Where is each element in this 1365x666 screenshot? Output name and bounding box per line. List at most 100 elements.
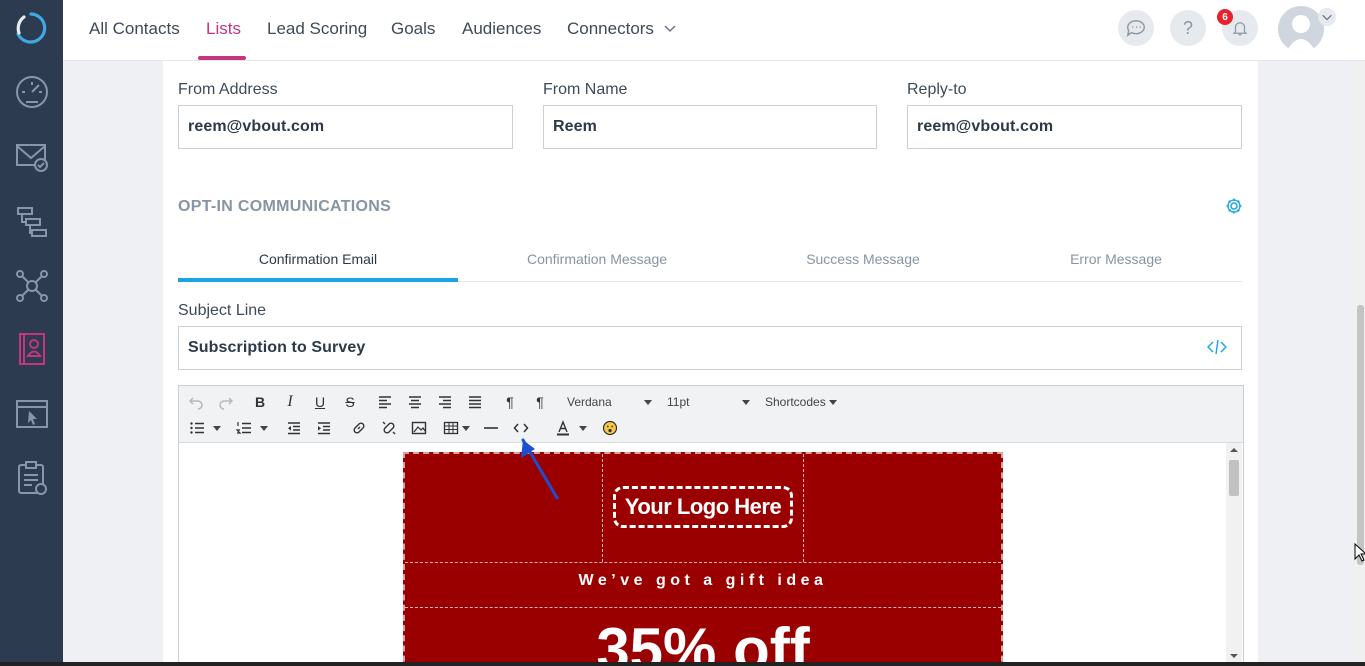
nav-tab-goals[interactable]: Goals (391, 19, 435, 39)
outdent-button[interactable] (284, 417, 304, 439)
clipboard-check-icon (18, 461, 47, 495)
subject-line-label: Subject Line (178, 302, 267, 319)
table-button[interactable] (441, 417, 471, 439)
align-justify-button[interactable] (465, 391, 485, 413)
nav-tab-lead-scoring[interactable]: Lead Scoring (267, 19, 367, 39)
emoji-icon (602, 420, 618, 436)
caret-down-icon (461, 425, 470, 431)
shortcodes-label: Shortcodes (765, 395, 826, 409)
help-button[interactable]: ? (1170, 10, 1206, 46)
chevron-down-icon[interactable] (663, 21, 677, 35)
from-name-field[interactable]: Reem (543, 105, 877, 149)
screen-cursor-icon (16, 400, 48, 428)
font-size-select[interactable]: 11pt (667, 391, 750, 413)
section-title: OPT-IN COMMUNICATIONS (178, 198, 392, 215)
caret-down-icon (579, 425, 587, 431)
align-right-icon (439, 396, 451, 409)
logo-placeholder[interactable]: Your Logo Here (613, 486, 793, 528)
align-center-icon (409, 396, 421, 409)
nav-tab-audiences[interactable]: Audiences (462, 19, 541, 39)
image-button[interactable] (409, 417, 429, 439)
redo-button[interactable] (216, 391, 236, 413)
tab-confirmation-message[interactable]: Confirmation Message (458, 251, 736, 267)
scroll-down-icon (1230, 654, 1238, 658)
rtl-button[interactable]: ¶ (530, 391, 550, 413)
strikethrough-icon: S (345, 394, 355, 410)
reply-to-field[interactable]: reem@vbout.com (907, 105, 1242, 149)
tab-confirmation-email[interactable]: Confirmation Email (178, 251, 458, 267)
font-family-value: Verdana (567, 395, 612, 409)
tab-success-message[interactable]: Success Message (736, 251, 990, 267)
caret-down-icon (213, 425, 221, 431)
nav-tab-lists[interactable]: Lists (206, 19, 241, 39)
align-center-button[interactable] (405, 391, 425, 413)
subject-line-field[interactable]: Subscription to Survey (178, 326, 1242, 370)
gear-icon[interactable] (1225, 197, 1243, 215)
help-icon: ? (1182, 17, 1193, 38)
strikethrough-button[interactable]: S (340, 391, 360, 413)
sidebar-item-tasks[interactable] (12, 458, 52, 498)
align-left-icon (379, 396, 391, 409)
paragraph-rtl-icon: ¶ (536, 394, 544, 410)
sidebar-item-contacts[interactable] (12, 328, 52, 368)
chat-button[interactable] (1118, 10, 1154, 46)
font-family-select[interactable]: Verdana (567, 391, 652, 413)
table-icon (443, 421, 458, 435)
indent-icon (318, 422, 330, 435)
bold-button[interactable]: B (250, 391, 270, 413)
undo-button[interactable] (186, 391, 206, 413)
code-icon[interactable] (1207, 338, 1227, 356)
underline-button[interactable]: U (310, 391, 330, 413)
sidebar-item-email[interactable] (12, 136, 52, 176)
shortcodes-menu[interactable]: Shortcodes (765, 391, 840, 413)
outdent-icon (288, 422, 300, 435)
notification-badge: 6 (1217, 9, 1233, 25)
indent-button[interactable] (314, 417, 334, 439)
mouse-cursor-icon (1354, 543, 1365, 562)
numbered-list-icon (236, 422, 251, 434)
link-button[interactable] (349, 417, 369, 439)
rich-text-editor: B I U S ¶ ¶ Verdana 11pt Shortcodes Your… (178, 385, 1244, 666)
sidebar-item-screen[interactable] (12, 394, 52, 434)
emoticons-button[interactable] (600, 417, 620, 439)
unlink-icon (382, 421, 396, 435)
email-check-icon (16, 144, 48, 172)
avatar[interactable] (1278, 6, 1324, 52)
nav-tab-all-contacts[interactable]: All Contacts (89, 19, 180, 39)
editor-content[interactable]: Your Logo Here We’ve got a gift idea 35%… (179, 443, 1243, 665)
editor-scroll-thumb[interactable] (1229, 460, 1239, 496)
app-logo-icon[interactable] (14, 11, 48, 45)
contacts-icon (19, 333, 45, 365)
nav-active-indicator (198, 56, 246, 60)
undo-icon (188, 397, 203, 410)
sidebar-item-workflow[interactable] (12, 202, 52, 242)
font-size-value: 11pt (667, 395, 690, 409)
tab-error-message[interactable]: Error Message (990, 251, 1242, 267)
tab-active-indicator (178, 278, 458, 282)
account-menu-toggle[interactable] (1318, 8, 1336, 26)
workflow-icon (17, 207, 47, 237)
align-right-button[interactable] (435, 391, 455, 413)
email-headline: 35% off (596, 616, 810, 666)
ltr-button[interactable]: ¶ (500, 391, 520, 413)
unlink-button[interactable] (379, 417, 399, 439)
numbered-list-button[interactable] (234, 417, 270, 439)
from-address-field[interactable]: reem@vbout.com (178, 105, 513, 149)
caret-down-icon (742, 399, 750, 405)
editor-toolbar: B I U S ¶ ¶ Verdana 11pt Shortcodes (179, 386, 1243, 443)
bullet-list-button[interactable] (187, 417, 223, 439)
editor-scrollbar[interactable] (1226, 443, 1242, 665)
align-left-button[interactable] (375, 391, 395, 413)
italic-button[interactable]: I (280, 391, 300, 413)
page-scroll-thumb[interactable] (1357, 305, 1364, 565)
sidebar (0, 0, 63, 666)
nav-tab-connectors[interactable]: Connectors (567, 19, 654, 39)
link-icon (353, 422, 365, 434)
underline-icon: U (314, 394, 326, 410)
sidebar-item-dashboard[interactable] (12, 72, 52, 112)
sidebar-item-network[interactable] (12, 266, 52, 306)
caret-down-icon (260, 425, 268, 431)
horizontal-rule-button[interactable] (481, 417, 501, 439)
image-icon (411, 421, 427, 435)
bullet-list-icon (190, 422, 204, 434)
